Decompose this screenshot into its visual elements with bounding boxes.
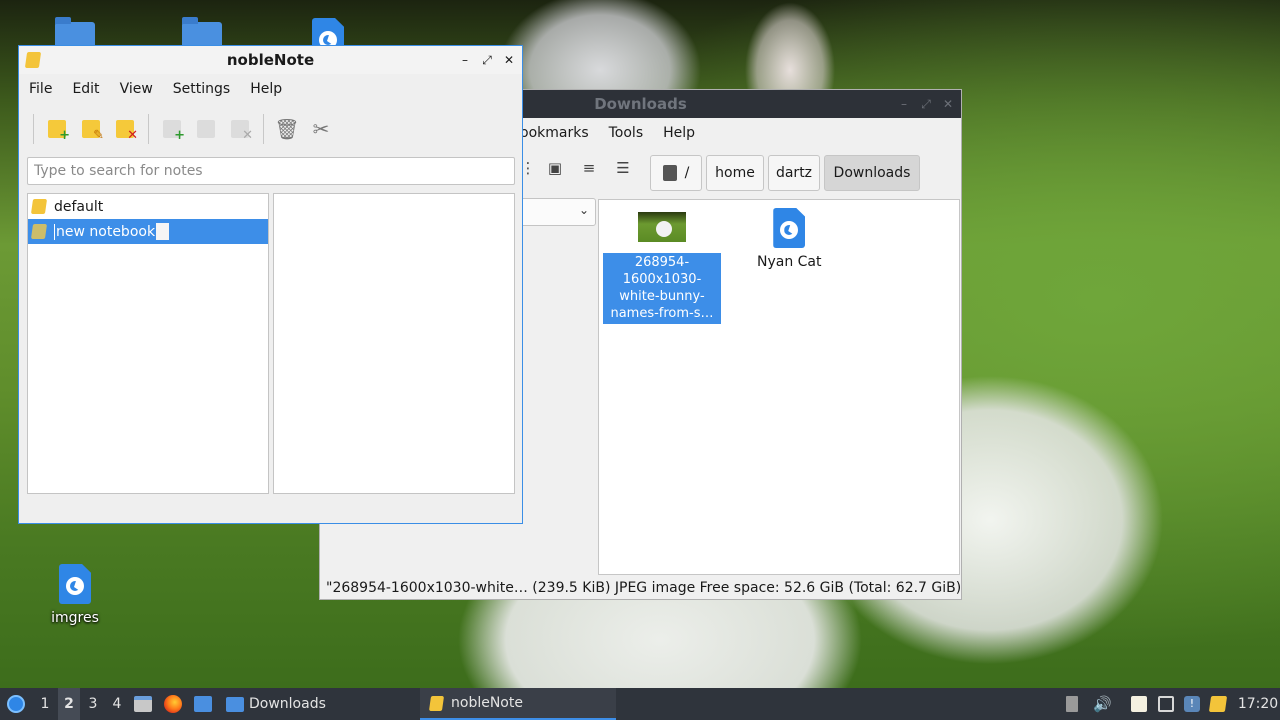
network-icon[interactable] xyxy=(1158,696,1174,712)
note-list[interactable] xyxy=(273,193,515,494)
new-note-button[interactable]: + xyxy=(155,112,189,146)
notebook-rename-field[interactable]: new notebook xyxy=(54,223,157,240)
path-home-button[interactable]: home xyxy=(706,155,764,191)
delete-notebook-icon: ✕ xyxy=(116,120,138,142)
notebook-item-default[interactable]: default xyxy=(28,194,268,219)
maximize-button[interactable]: ⤢ xyxy=(480,53,494,67)
tray-device-icon[interactable] xyxy=(1066,696,1078,712)
image-thumbnail xyxy=(638,212,686,242)
status-bar: "268954-1600x1030-white… (239.5 KiB) JPE… xyxy=(326,580,962,596)
toolbar-separator xyxy=(263,114,264,144)
menu-bookmarks[interactable]: ookmarks xyxy=(520,125,589,141)
path-dartz-button[interactable]: dartz xyxy=(768,155,820,191)
notebook-list[interactable]: default new notebook xyxy=(27,193,269,494)
html-file-icon xyxy=(773,208,806,248)
file-manager-icon xyxy=(134,696,152,712)
toolbar: + ✎ ✕ + ✕ 🗑 ✂ xyxy=(19,104,522,154)
rename-note-button[interactable] xyxy=(189,112,223,146)
new-notebook-icon: + xyxy=(48,120,70,142)
task-noblenote[interactable]: nobleNote xyxy=(420,688,616,720)
detailed-view-icon[interactable]: ☰ xyxy=(613,159,633,179)
thumbnail-view-icon[interactable]: ▣ xyxy=(545,159,565,179)
workspace-4[interactable]: 4 xyxy=(106,688,128,720)
menu-settings[interactable]: Settings xyxy=(167,81,244,97)
file-view[interactable]: 268954-1600x1030-white-bunny-names-from-… xyxy=(598,199,960,575)
chevron-down-icon: ⌄ xyxy=(578,203,589,217)
side-pane-mode-select[interactable]: ⌄ xyxy=(514,198,596,226)
file-name-label: 268954-1600x1030-white-bunny-names-from-… xyxy=(603,253,721,324)
path-dartz-label: dartz xyxy=(775,165,813,181)
drive-icon xyxy=(662,165,677,181)
close-button[interactable]: ✕ xyxy=(941,97,955,111)
path-home-label: home xyxy=(715,165,755,181)
notebook-icon xyxy=(30,224,48,239)
toolbar-separator xyxy=(33,114,34,144)
menubar: File Edit View Settings Help xyxy=(19,74,522,104)
tools-icon: ✂ xyxy=(312,117,330,141)
file-manager-launcher[interactable] xyxy=(134,688,154,720)
rename-notebook-icon: ✎ xyxy=(82,120,104,142)
search-notes-input[interactable] xyxy=(27,157,515,185)
lubuntu-logo-icon xyxy=(7,695,25,713)
minimize-button[interactable]: – xyxy=(897,97,911,111)
folder-icon xyxy=(226,696,244,712)
noblenote-tray-icon[interactable] xyxy=(1208,696,1228,712)
settings-button[interactable]: ✂ xyxy=(304,112,338,146)
text-cursor xyxy=(156,223,170,240)
delete-note-icon: ✕ xyxy=(231,120,253,142)
task-downloads[interactable]: Downloads xyxy=(222,688,418,720)
menu-edit[interactable]: Edit xyxy=(66,81,113,97)
show-desktop-button[interactable] xyxy=(194,688,214,720)
firefox-icon xyxy=(164,695,182,713)
notebook-label: default xyxy=(54,198,104,215)
compact-view-icon[interactable]: ≡ xyxy=(579,159,599,179)
delete-note-button[interactable]: ✕ xyxy=(223,112,257,146)
html-file-icon xyxy=(59,564,91,604)
menu-view[interactable]: View xyxy=(114,81,167,97)
desktop-icon-label: imgres xyxy=(51,610,99,626)
task-label: Downloads xyxy=(249,696,326,712)
clock[interactable]: 17:20 xyxy=(1238,688,1278,720)
workspace-3[interactable]: 3 xyxy=(82,688,104,720)
file-item-bunny-image[interactable]: 268954-1600x1030-white-bunny-names-from-… xyxy=(603,212,721,324)
volume-icon[interactable]: 🔊 xyxy=(1093,696,1112,712)
path-downloads-button[interactable]: Downloads xyxy=(824,155,920,191)
trash-button[interactable]: 🗑 xyxy=(270,112,304,146)
desktop-icon xyxy=(194,696,212,712)
workspace-2[interactable]: 2 xyxy=(58,688,80,720)
noblenote-window: nobleNote – ⤢ ✕ File Edit View Settings … xyxy=(18,45,523,524)
toolbar-separator xyxy=(148,114,149,144)
taskbar: 1 2 3 4 Downloads nobleNote 🔊 ! 17:20 xyxy=(0,688,1280,720)
new-note-icon: + xyxy=(163,120,185,142)
path-root-label: / xyxy=(684,165,690,181)
path-downloads-label: Downloads xyxy=(833,165,911,181)
menu-help[interactable]: Help xyxy=(244,81,296,97)
trash-icon: 🗑 xyxy=(274,117,300,141)
maximize-button[interactable]: ⤢ xyxy=(919,97,933,111)
start-menu-button[interactable] xyxy=(4,688,28,720)
rename-note-icon xyxy=(197,120,215,138)
delete-notebook-button[interactable]: ✕ xyxy=(108,112,142,146)
notebook-item-new-notebook[interactable]: new notebook xyxy=(28,219,268,244)
file-item-nyan-cat[interactable]: Nyan Cat xyxy=(757,208,822,270)
menu-help[interactable]: Help xyxy=(663,125,695,141)
firefox-launcher[interactable] xyxy=(164,688,184,720)
close-button[interactable]: ✕ xyxy=(502,53,516,67)
file-name-label: Nyan Cat xyxy=(757,254,822,270)
desktop-imgres-file[interactable]: imgres xyxy=(35,564,115,626)
minimize-button[interactable]: – xyxy=(458,53,472,67)
noblenote-icon xyxy=(428,695,445,711)
workspace-1[interactable]: 1 xyxy=(34,688,56,720)
new-notebook-button[interactable]: + xyxy=(40,112,74,146)
menu-file[interactable]: File xyxy=(23,81,66,97)
path-root-button[interactable]: / xyxy=(650,155,702,191)
task-label: nobleNote xyxy=(451,695,523,711)
rename-notebook-button[interactable]: ✎ xyxy=(74,112,108,146)
update-notifier-icon[interactable]: ! xyxy=(1184,696,1200,712)
notebook-icon xyxy=(30,199,48,214)
window-title: nobleNote xyxy=(226,51,315,69)
noblenote-titlebar[interactable]: nobleNote – ⤢ ✕ xyxy=(19,46,522,74)
menu-tools[interactable]: Tools xyxy=(609,125,644,141)
clipboard-icon[interactable] xyxy=(1131,696,1147,712)
